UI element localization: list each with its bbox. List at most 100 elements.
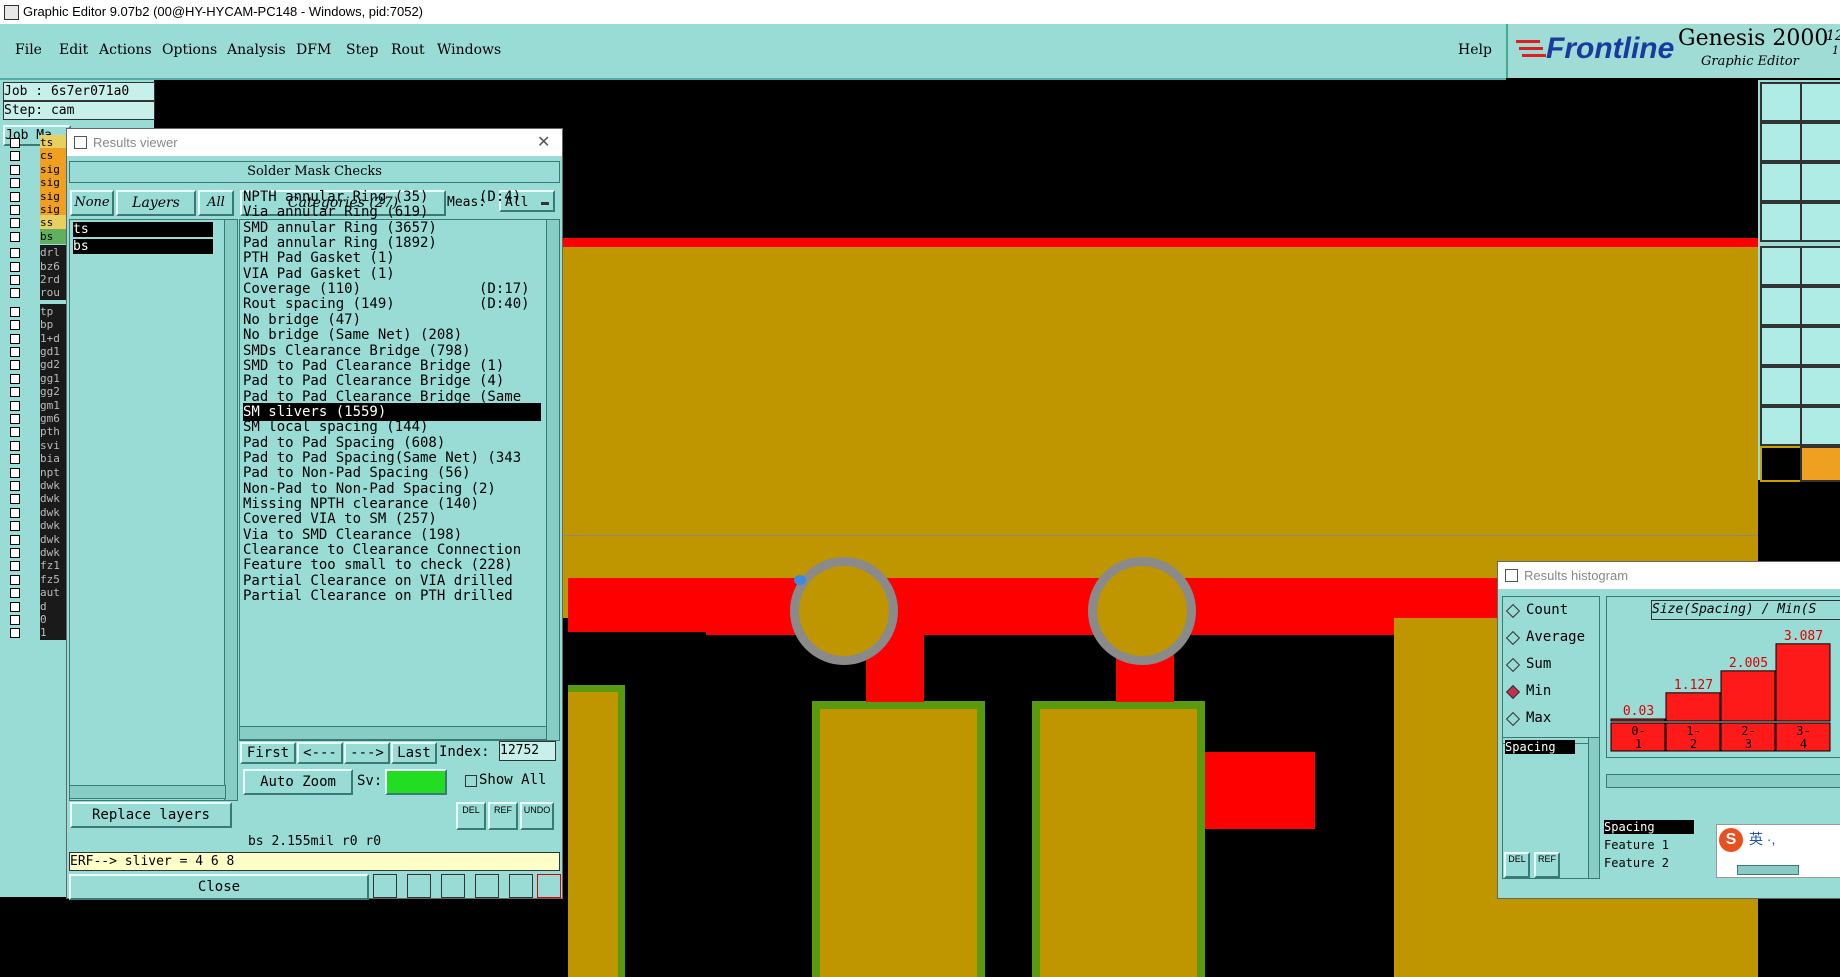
chart-hscrollbar[interactable] [1606,774,1840,788]
ref-button[interactable]: REF [488,802,518,830]
tool-c-icon[interactable] [441,874,465,898]
layer-checkbox[interactable] [10,454,20,465]
layer-checkbox[interactable] [10,261,20,272]
layer-checkbox[interactable] [10,347,20,357]
layer-row[interactable]: 1 [6,625,70,641]
hist-option-sum[interactable]: Sum [1505,656,1551,673]
next-button[interactable]: ---> [344,742,390,764]
layer-checkbox[interactable] [10,387,20,398]
layer-list-item[interactable]: ts [73,222,213,237]
category-item[interactable]: Partial Clearance on PTH drilled [243,587,541,605]
layer-checkbox[interactable] [10,601,20,612]
layer-checkbox[interactable] [10,248,20,259]
layer-checkbox[interactable] [10,494,20,505]
layer-checkbox[interactable] [10,521,20,532]
layer-checkbox[interactable] [10,561,20,572]
index-input[interactable]: 12752 [499,741,556,761]
layer-checkbox[interactable] [10,548,20,558]
category-hscrollbar[interactable] [239,726,547,740]
tool-e-icon[interactable] [509,874,533,898]
layer-checkbox[interactable] [10,414,20,424]
none-button[interactable]: None [70,190,114,216]
histogram-list-item[interactable]: Spacing [1505,740,1575,754]
arrow-a-icon[interactable] [1800,406,1840,446]
slash-icon[interactable] [1800,326,1840,366]
hist-option-max[interactable]: Max [1505,710,1551,727]
tool-import-icon[interactable] [1760,122,1802,162]
menu-windows[interactable]: Windows [437,42,501,58]
layer-list[interactable]: ts bs [69,219,231,801]
layer-checkbox[interactable] [10,588,20,599]
all-layers-button[interactable]: All [198,190,234,216]
hist-ref-button[interactable]: REF [1534,852,1560,878]
menu-step[interactable]: Step [346,42,378,58]
layer-checkbox[interactable] [10,191,20,202]
measure-icon[interactable] [1760,202,1802,242]
layer-row[interactable]: rou [6,285,70,301]
layer-list-scrollbar[interactable] [224,219,238,801]
menu-file[interactable]: File [15,42,42,58]
show-all-checkbox[interactable] [465,775,477,787]
hist-del-button[interactable]: DEL [1504,852,1530,878]
grid-icon[interactable] [1800,202,1840,242]
layer-checkbox[interactable] [10,164,20,175]
category-scrollbar[interactable] [546,219,560,741]
close-button[interactable]: Close [69,874,369,900]
layer-checkbox[interactable] [10,373,20,384]
error-marker[interactable] [794,575,806,585]
layer-checkbox[interactable] [10,507,20,518]
menu-help[interactable]: Help [1458,42,1492,58]
layer-checkbox[interactable] [10,427,20,438]
layer-checkbox[interactable] [10,275,20,285]
pointer-select-icon[interactable] [1800,446,1840,482]
hist-option-min[interactable]: Min [1505,683,1551,700]
layer-checkbox[interactable] [10,360,20,371]
layer-checkbox[interactable] [10,481,20,491]
tool-upload-icon[interactable] [1760,82,1802,122]
net-icon[interactable] [1760,286,1802,326]
menu-actions[interactable]: Actions [99,42,152,58]
zoom-fit-icon[interactable] [1760,162,1802,202]
menu-options[interactable]: Options [162,42,217,58]
ime-slider[interactable] [1737,865,1799,875]
layer-checkbox[interactable] [10,333,20,344]
layer-checkbox[interactable] [10,574,20,585]
hist-option-count[interactable]: Count [1505,602,1568,619]
tool-b-icon[interactable] [407,874,431,898]
undo-button[interactable]: UNDO [520,802,554,830]
menu-rout[interactable]: Rout [391,42,425,58]
prev-button[interactable]: <--- [297,742,343,764]
layer-list-hscrollbar[interactable] [69,785,226,799]
triangle-icon[interactable] [1760,406,1802,446]
layer-checkbox[interactable] [10,615,20,625]
last-button[interactable]: Last [391,742,437,764]
zoom-pan-icon[interactable] [1800,162,1840,202]
layer-checkbox[interactable] [10,218,20,229]
menu-dfm[interactable]: DFM [296,42,331,58]
select-pad-icon[interactable] [1760,246,1802,286]
sv-color-dropdown[interactable] [385,769,447,795]
select-line-icon[interactable] [1800,246,1840,286]
menu-analysis[interactable]: Analysis [227,42,286,58]
layer-checkbox[interactable] [10,320,20,331]
menu-edit[interactable]: Edit [59,42,88,58]
snap-icon[interactable] [1760,366,1802,406]
first-button[interactable]: First [240,742,296,764]
tool-a-icon[interactable] [373,874,397,898]
layer-checkbox[interactable] [10,205,20,215]
minus-icon[interactable] [1800,366,1840,406]
tool-chart-icon[interactable] [537,874,561,898]
layer-checkbox[interactable] [10,440,20,451]
auto-zoom-dropdown[interactable]: Auto Zoom [243,769,353,795]
layer-checkbox[interactable] [10,400,20,411]
tool-export-icon[interactable] [1800,122,1840,162]
layer-checkbox[interactable] [10,138,20,148]
layer-checkbox[interactable] [10,288,20,299]
layer-checkbox[interactable] [10,467,20,478]
layer-list-item[interactable]: bs [73,239,213,254]
layer-checkbox[interactable] [10,231,20,242]
pointer-icon[interactable] [1760,446,1802,482]
layer-checkbox[interactable] [10,534,20,545]
del-button[interactable]: DEL [456,802,486,830]
tool-d-icon[interactable] [475,874,499,898]
